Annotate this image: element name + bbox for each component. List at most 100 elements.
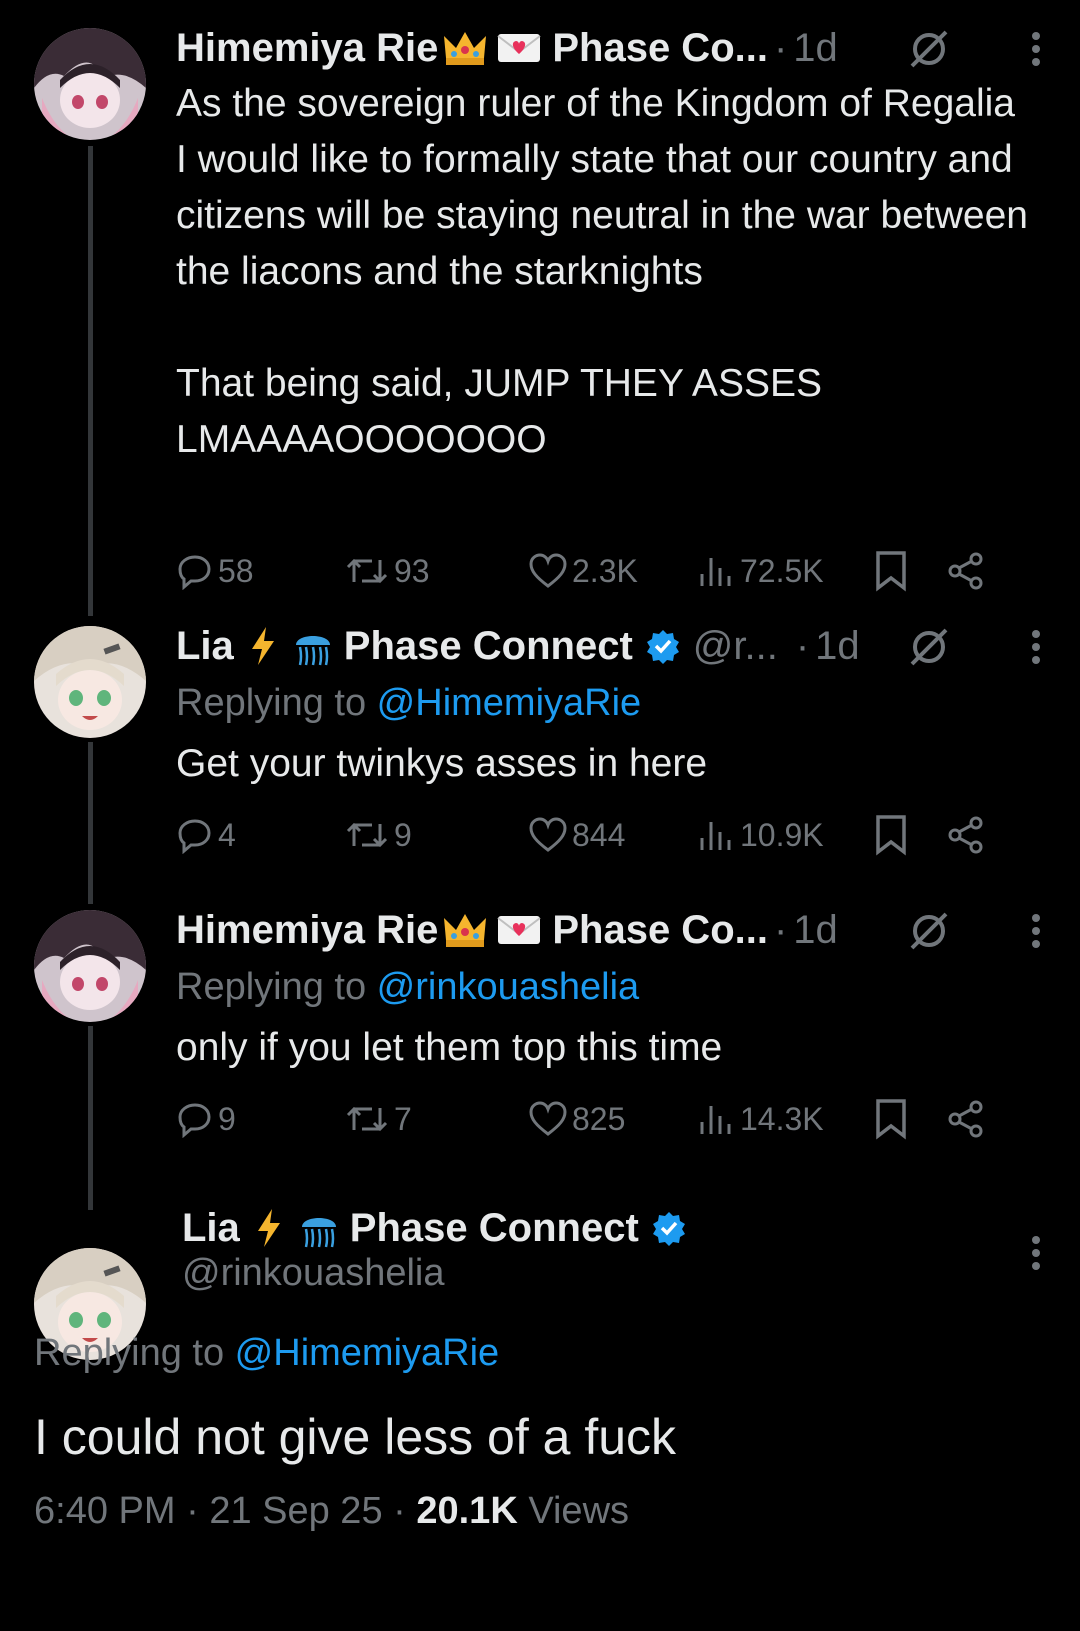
lightning-icon: [248, 625, 278, 667]
handle[interactable]: @rinkouashelia: [182, 1252, 1044, 1295]
love-letter-icon: [496, 30, 542, 66]
thread-line: [88, 1026, 93, 1184]
analytics-icon: [700, 558, 731, 586]
tweet-1[interactable]: Himemiya Rie Phase Co... · 1d As the sov…: [0, 0, 1080, 616]
bookmark-button[interactable]: [874, 546, 912, 596]
tweet-content: Himemiya Rie Phase Co... · 1d As the sov…: [176, 22, 1044, 468]
share-button[interactable]: [946, 1094, 990, 1144]
more-options-icon[interactable]: [1028, 26, 1044, 82]
share-button[interactable]: [946, 546, 990, 596]
grok-icon[interactable]: [906, 624, 952, 680]
reply-button[interactable]: 58: [176, 546, 254, 596]
bookmark-icon: [876, 1099, 906, 1140]
tweet-text: only if you let them top this time: [176, 1026, 723, 1069]
love-letter-icon: [496, 912, 542, 948]
view-count: 10.9K: [740, 816, 824, 853]
analytics-icon: [700, 822, 731, 850]
separator-dot: ·: [393, 1490, 417, 1532]
tweet-time[interactable]: 1d: [793, 26, 838, 71]
tweet-text: I could not give less of a fuck: [34, 1409, 677, 1465]
replying-to-label: Replying to: [176, 966, 377, 1008]
thread-line: [88, 146, 93, 616]
tweet-3[interactable]: Himemiya Rie Phase Co... · 1d Replying t…: [0, 900, 1080, 1190]
views-button[interactable]: 14.3K: [696, 1094, 824, 1144]
handle[interactable]: @r...: [693, 624, 778, 669]
reply-count: 9: [218, 1100, 236, 1137]
replying-to: Replying to @HimemiyaRie: [176, 678, 1044, 728]
like-button[interactable]: 844: [528, 810, 625, 860]
tweet-text: As the sovereign ruler of the Kingdom of…: [176, 82, 1028, 461]
jellyfish-icon: [298, 1207, 340, 1249]
like-button[interactable]: 825: [528, 1094, 625, 1144]
tweet-text: Get your twinkys asses in here: [176, 742, 708, 785]
view-count: 14.3K: [740, 1100, 824, 1137]
verified-badge-icon: [651, 1210, 687, 1246]
tweet-time[interactable]: 1d: [815, 624, 860, 669]
repost-button[interactable]: 93: [344, 546, 430, 596]
heart-icon: [529, 1101, 567, 1136]
avatar-himemiya-rie[interactable]: [34, 910, 146, 1022]
repost-icon: [346, 822, 388, 848]
repost-count: 7: [394, 1100, 412, 1137]
crown-icon: [442, 910, 488, 950]
views-count: 20.1K: [416, 1490, 518, 1532]
share-icon: [948, 816, 983, 854]
affiliation: Phase Connect: [343, 623, 633, 668]
repost-button[interactable]: 7: [344, 1094, 412, 1144]
more-options-icon[interactable]: [1028, 1230, 1044, 1286]
like-button[interactable]: 2.3K: [528, 546, 638, 596]
bookmark-button[interactable]: [874, 1094, 912, 1144]
separator-dot: ·: [773, 25, 788, 70]
tweet-time[interactable]: 1d: [793, 908, 838, 953]
replying-to-handle[interactable]: @rinkouashelia: [377, 966, 640, 1008]
reply-count: 4: [218, 816, 236, 853]
share-button[interactable]: [946, 810, 990, 860]
time[interactable]: 6:40 PM: [34, 1490, 176, 1532]
reply-icon: [178, 555, 211, 590]
repost-icon: [346, 558, 388, 584]
grok-icon[interactable]: [906, 26, 952, 82]
tweet-actions: 4 9 844 10.9K: [176, 810, 1036, 860]
display-name[interactable]: Himemiya Rie: [176, 908, 438, 953]
tweet-timestamp: 6:40 PM · 21 Sep 25 · 20.1K Views: [34, 1490, 629, 1533]
replying-to-label: Replying to: [176, 682, 377, 724]
reply-count: 58: [218, 552, 254, 589]
tweet-header: Himemiya Rie Phase Co... · 1d: [176, 904, 1044, 956]
focused-tweet-header: Lia Phase Connect @rinkouashelia: [182, 1202, 1044, 1295]
display-name[interactable]: Himemiya Rie: [176, 26, 438, 71]
jellyfish-icon: [292, 625, 334, 667]
views-button[interactable]: 72.5K: [696, 546, 824, 596]
grok-icon[interactable]: [906, 908, 952, 964]
tweet-actions: 58 93 2.3K 72.5K: [176, 546, 1036, 596]
like-count: 2.3K: [572, 552, 638, 589]
reply-button[interactable]: 9: [176, 1094, 236, 1144]
display-name[interactable]: Lia: [182, 1206, 240, 1251]
replying-to-label: Replying to: [34, 1332, 235, 1374]
affiliation: Phase Connect: [349, 1205, 639, 1250]
replying-to-handle[interactable]: @HimemiyaRie: [235, 1332, 500, 1374]
views-button[interactable]: 10.9K: [696, 810, 824, 860]
separator-dot: ·: [795, 623, 810, 668]
bookmark-button[interactable]: [874, 810, 912, 860]
repost-button[interactable]: 9: [344, 810, 412, 860]
heart-icon: [529, 817, 567, 852]
heart-icon: [529, 553, 567, 588]
avatar-lia[interactable]: [34, 626, 146, 738]
repost-count: 9: [394, 816, 412, 853]
avatar-himemiya-rie[interactable]: [34, 28, 146, 140]
repost-icon: [346, 1106, 388, 1132]
more-options-icon[interactable]: [1028, 908, 1044, 964]
separator-dot: ·: [773, 907, 788, 952]
reply-icon: [178, 819, 211, 854]
display-name[interactable]: Lia: [176, 624, 234, 669]
bookmark-icon: [876, 815, 906, 856]
more-options-icon[interactable]: [1028, 624, 1044, 680]
reply-button[interactable]: 4: [176, 810, 236, 860]
tweet-header: Himemiya Rie Phase Co... · 1d: [176, 22, 1044, 74]
tweet-header: Lia Phase Connect @r... · 1d: [176, 620, 1044, 672]
replying-to-handle[interactable]: @HimemiyaRie: [377, 682, 642, 724]
tweet-2[interactable]: Lia Phase Connect @r... · 1d Replying to…: [0, 610, 1080, 904]
date[interactable]: 21 Sep 25: [209, 1490, 382, 1532]
thread-line: [88, 742, 93, 904]
thread-line: [88, 1184, 93, 1210]
